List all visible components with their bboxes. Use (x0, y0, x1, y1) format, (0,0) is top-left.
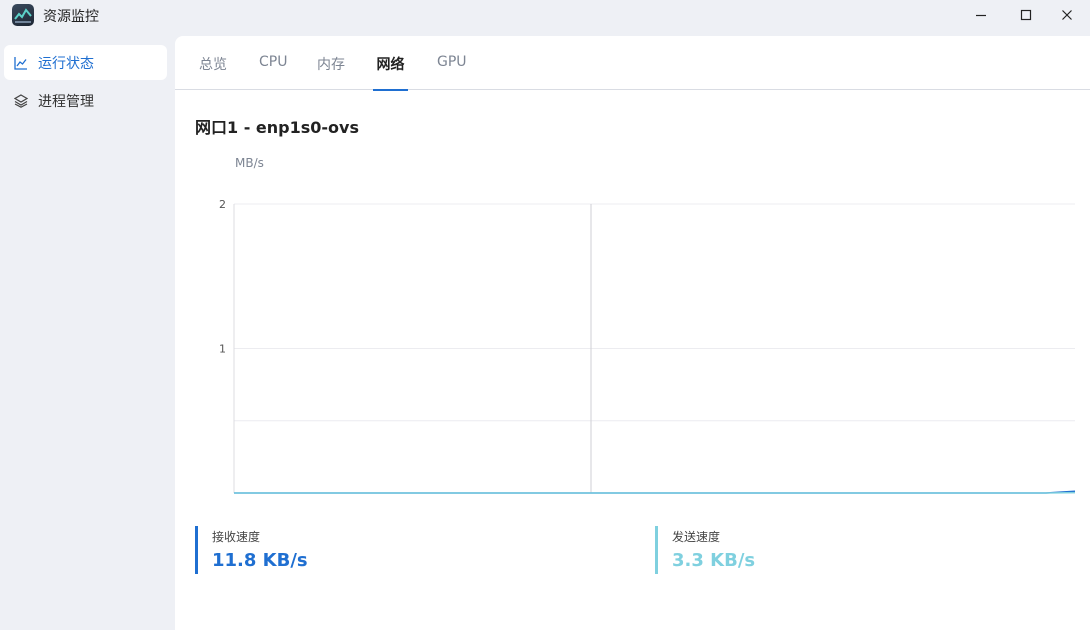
sidebar-item-status[interactable]: 运行状态 (4, 45, 167, 80)
tab-bar: 总览 CPU 内存 网络 GPU (175, 36, 1090, 91)
monitor-app-icon (12, 4, 34, 26)
sidebar-item-label: 进程管理 (38, 93, 94, 110)
close-icon (1062, 10, 1072, 20)
tab-cpu[interactable]: CPU (259, 54, 287, 90)
line-chart-icon (14, 55, 30, 71)
tab-network[interactable]: 网络 (373, 54, 408, 91)
minimize-button[interactable] (958, 0, 1004, 30)
minimize-icon (976, 14, 986, 17)
receive-speed-stat: 接收速度 11.8 KB/s (195, 526, 308, 574)
sidebar: 运行状态 进程管理 (0, 36, 175, 630)
receive-speed-value: 11.8 KB/s (212, 550, 308, 571)
tab-memory[interactable]: 内存 (317, 54, 345, 90)
main-panel: 总览 CPU 内存 网络 GPU 网口1 - enp1s0-ovs MB/s 1… (175, 36, 1090, 630)
y-axis-unit: MB/s (235, 156, 264, 170)
network-chart: 12 (219, 198, 1076, 494)
receive-speed-label: 接收速度 (212, 530, 261, 544)
sidebar-item-processes[interactable]: 进程管理 (4, 83, 167, 118)
send-speed-stat: 发送速度 3.3 KB/s (655, 526, 755, 574)
close-button[interactable] (1044, 0, 1090, 30)
sidebar-item-label: 运行状态 (38, 55, 94, 72)
y-tick-label: 1 (219, 343, 226, 356)
send-speed-label: 发送速度 (672, 530, 721, 544)
layers-icon (14, 93, 30, 109)
interface-title: 网口1 - enp1s0-ovs (195, 118, 359, 137)
title-bar: 资源监控 (0, 0, 1090, 36)
tab-gpu[interactable]: GPU (437, 54, 467, 90)
maximize-button[interactable] (1003, 0, 1049, 30)
app-title: 资源监控 (43, 9, 99, 25)
send-speed-value: 3.3 KB/s (672, 550, 756, 571)
tab-overview[interactable]: 总览 (199, 54, 227, 90)
y-tick-label: 2 (219, 198, 226, 211)
maximize-icon (1020, 9, 1032, 21)
